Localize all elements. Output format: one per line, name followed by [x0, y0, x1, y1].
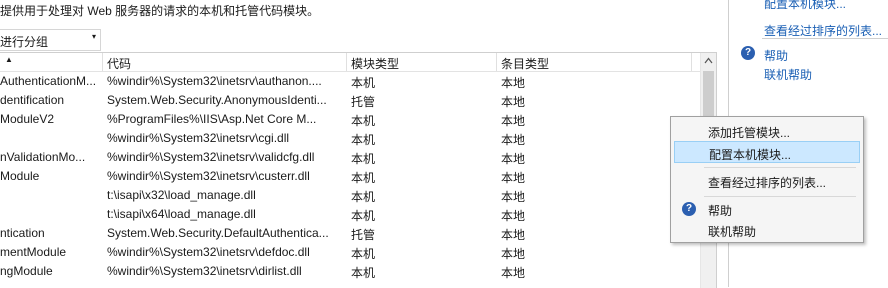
sort-ascending-icon[interactable]: ▲ — [5, 55, 13, 64]
cell-code: System.Web.Security.DefaultAuthentica... — [107, 226, 329, 240]
action-view-ordered-list[interactable]: 查看经过排序的列表... — [764, 22, 882, 39]
column-header-module-type[interactable]: 模块类型 — [351, 55, 399, 72]
cell-module-type: 本机 — [351, 190, 376, 204]
cell-code: %windir%\System32\inetsrv\validcfg.dll — [107, 150, 315, 164]
scroll-up-arrow-icon[interactable] — [704, 56, 713, 66]
cell-module-type: 托管 — [351, 95, 376, 109]
modules-grid: ▲ 代码 模块类型 条目类型 AuthenticationM... %windir… — [0, 52, 717, 288]
help-icon: ? — [741, 46, 755, 60]
cell-module-type: 本机 — [351, 114, 376, 128]
cell-module-type: 本机 — [351, 247, 376, 261]
column-separator[interactable] — [691, 53, 692, 71]
table-row[interactable]: t:\isapi\x64\load_manage.dll 本机 本地 — [0, 205, 700, 224]
column-header-entry-type[interactable]: 条目类型 — [501, 55, 549, 72]
cell-code: %ProgramFiles%\IIS\Asp.Net Core M... — [107, 112, 317, 126]
cell-code: t:\isapi\x32\load_manage.dll — [107, 188, 256, 202]
cell-code: %windir%\System32\inetsrv\authanon.... — [107, 74, 322, 88]
menu-separator — [704, 196, 856, 197]
menu-item-configure-native-modules[interactable]: 配置本机模块... — [674, 141, 860, 163]
group-by-dropdown[interactable]: 进行分组 ▾ — [0, 29, 101, 51]
column-separator[interactable] — [496, 53, 497, 71]
cell-module-type: 本机 — [351, 171, 376, 185]
cell-name: dentification — [0, 93, 65, 107]
cell-name: ngModule — [0, 264, 53, 278]
cell-module-type: 本机 — [351, 209, 376, 223]
cell-entry-type: 本地 — [501, 152, 526, 166]
menu-item-help[interactable]: ? 帮助 — [674, 198, 860, 220]
action-online-help[interactable]: 联机帮助 — [764, 66, 812, 83]
help-icon: ? — [682, 202, 696, 216]
action-configure-native-modules[interactable]: 配置本机模块... — [764, 0, 846, 12]
menu-item-add-managed-module[interactable]: 添加托管模块... — [674, 120, 860, 142]
cell-entry-type: 本地 — [501, 76, 526, 90]
table-row[interactable]: mentModule %windir%\System32\inetsrv\defd… — [0, 243, 700, 262]
page-description: 提供用于处理对 Web 服务器的请求的本机和托管代码模块。 — [0, 4, 320, 18]
table-row[interactable]: nValidationMo... %windir%\System32\inetsr… — [0, 148, 700, 167]
cell-code: %windir%\System32\inetsrv\dirlist.dll — [107, 264, 302, 278]
chevron-down-icon: ▾ — [91, 32, 96, 41]
cell-name: AuthenticationM... — [0, 74, 97, 88]
cell-code: %windir%\System32\inetsrv\custerr.dll — [107, 169, 310, 183]
table-row[interactable]: ngModule %windir%\System32\inetsrv\dirlis… — [0, 262, 700, 281]
table-row[interactable]: ntication System.Web.Security.DefaultAuth… — [0, 224, 700, 243]
cell-module-type: 本机 — [351, 152, 376, 166]
cell-module-type: 本机 — [351, 266, 376, 280]
column-separator[interactable] — [346, 53, 347, 71]
cell-name: Module — [0, 169, 40, 183]
table-row[interactable]: ModuleV2 %ProgramFiles%\IIS\Asp.Net Core … — [0, 110, 700, 129]
cell-entry-type: 本地 — [501, 228, 526, 242]
group-by-label: 进行分组 — [0, 35, 49, 49]
grid-header: ▲ 代码 模块类型 条目类型 — [0, 53, 700, 72]
cell-module-type: 本机 — [351, 76, 376, 90]
cell-entry-type: 本地 — [501, 266, 526, 280]
column-header-code[interactable]: 代码 — [107, 55, 131, 72]
table-row[interactable]: Module %windir%\System32\inetsrv\custerr.… — [0, 167, 700, 186]
cell-name: ntication — [0, 226, 45, 240]
column-separator[interactable] — [102, 53, 103, 71]
actions-separator — [762, 38, 888, 39]
cell-code: t:\isapi\x64\load_manage.dll — [107, 207, 256, 221]
cell-entry-type: 本地 — [501, 190, 526, 204]
cell-name: ModuleV2 — [0, 112, 55, 126]
menu-item-view-ordered-list[interactable]: 查看经过排序的列表... — [674, 170, 860, 192]
cell-entry-type: 本地 — [501, 95, 526, 109]
table-row[interactable]: dentification System.Web.Security.Anonymo… — [0, 91, 700, 110]
table-row[interactable]: AuthenticationM... %windir%\System32\inet… — [0, 72, 700, 91]
cell-entry-type: 本地 — [501, 114, 526, 128]
menu-separator — [704, 167, 856, 168]
grid-rows: AuthenticationM... %windir%\System32\inet… — [0, 72, 700, 281]
cell-code: System.Web.Security.AnonymousIdenti... — [107, 93, 327, 107]
table-row[interactable]: t:\isapi\x32\load_manage.dll 本机 本地 — [0, 186, 700, 205]
cell-code: %windir%\System32\inetsrv\defdoc.dll — [107, 245, 310, 259]
action-help[interactable]: 帮助 — [764, 47, 788, 64]
menu-item-online-help[interactable]: 联机帮助 — [674, 219, 860, 241]
context-menu: 添加托管模块... 配置本机模块... 查看经过排序的列表... ? 帮助 联机… — [670, 116, 864, 243]
cell-entry-type: 本地 — [501, 171, 526, 185]
cell-code: %windir%\System32\inetsrv\cgi.dll — [107, 131, 290, 145]
cell-entry-type: 本地 — [501, 209, 526, 223]
cell-module-type: 本机 — [351, 133, 376, 147]
cell-module-type: 托管 — [351, 228, 376, 242]
cell-name: mentModule — [0, 245, 67, 259]
cell-name: nValidationMo... — [0, 150, 86, 164]
cell-entry-type: 本地 — [501, 133, 526, 147]
cell-entry-type: 本地 — [501, 247, 526, 261]
table-row[interactable]: %windir%\System32\inetsrv\cgi.dll 本机 本地 — [0, 129, 700, 148]
